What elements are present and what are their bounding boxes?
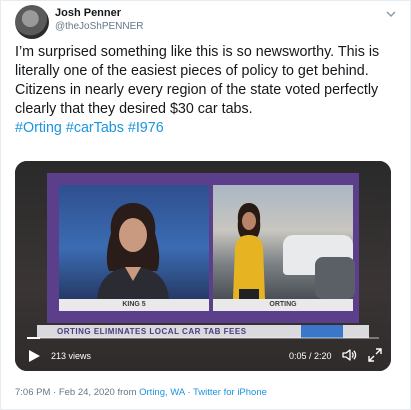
hashtag-orting[interactable]: #Orting [15, 120, 62, 136]
video-frame: KING 5 ORTING ORTING ELIMINATES LOCAL CA… [15, 161, 391, 371]
screen-label-left: KING 5 [59, 299, 209, 311]
hashtag-list: #Orting #carTabs #I976 [15, 120, 164, 136]
video-time: 0:05 / 2:20 [289, 351, 332, 361]
reporter-image [233, 203, 265, 299]
meta-separator: · [53, 387, 57, 398]
from-label: from [117, 387, 137, 398]
play-icon[interactable] [27, 349, 41, 363]
video-progress-bar[interactable] [27, 337, 379, 339]
view-count: 213 views [51, 351, 92, 361]
author-handle[interactable]: @theJoShPENNER [55, 21, 144, 32]
tweet-source[interactable]: Twitter for iPhone [193, 387, 267, 398]
chevron-down-icon[interactable] [384, 7, 398, 21]
news-anchor-image [97, 203, 169, 299]
video-player[interactable]: KING 5 ORTING ORTING ELIMINATES LOCAL CA… [15, 161, 391, 371]
parked-car-image-2 [315, 257, 355, 299]
tweet-meta: 7:06 PM · Feb 24, 2020 from Orting, WA ·… [15, 387, 267, 398]
tweet-date[interactable]: Feb 24, 2020 [59, 387, 115, 398]
meta-separator-2: · [187, 387, 191, 398]
tweet-text: I’m surprised something like this is so … [15, 43, 401, 138]
video-progress-fill [27, 337, 40, 339]
hashtag-cartabs[interactable]: #carTabs [66, 120, 124, 136]
tweet-time[interactable]: 7:06 PM [15, 387, 50, 398]
avatar[interactable] [15, 5, 49, 39]
tweet-location[interactable]: Orting, WA [139, 387, 185, 398]
hashtag-i976[interactable]: #I976 [128, 120, 164, 136]
screen-label-right: ORTING [213, 299, 353, 311]
fullscreen-icon[interactable] [367, 347, 383, 363]
volume-icon[interactable] [341, 347, 357, 363]
tweet-card: Josh Penner @theJoShPENNER I’m surprised… [0, 0, 411, 410]
author-name[interactable]: Josh Penner [55, 7, 121, 19]
tweet-body: I’m surprised something like this is so … [15, 44, 380, 117]
